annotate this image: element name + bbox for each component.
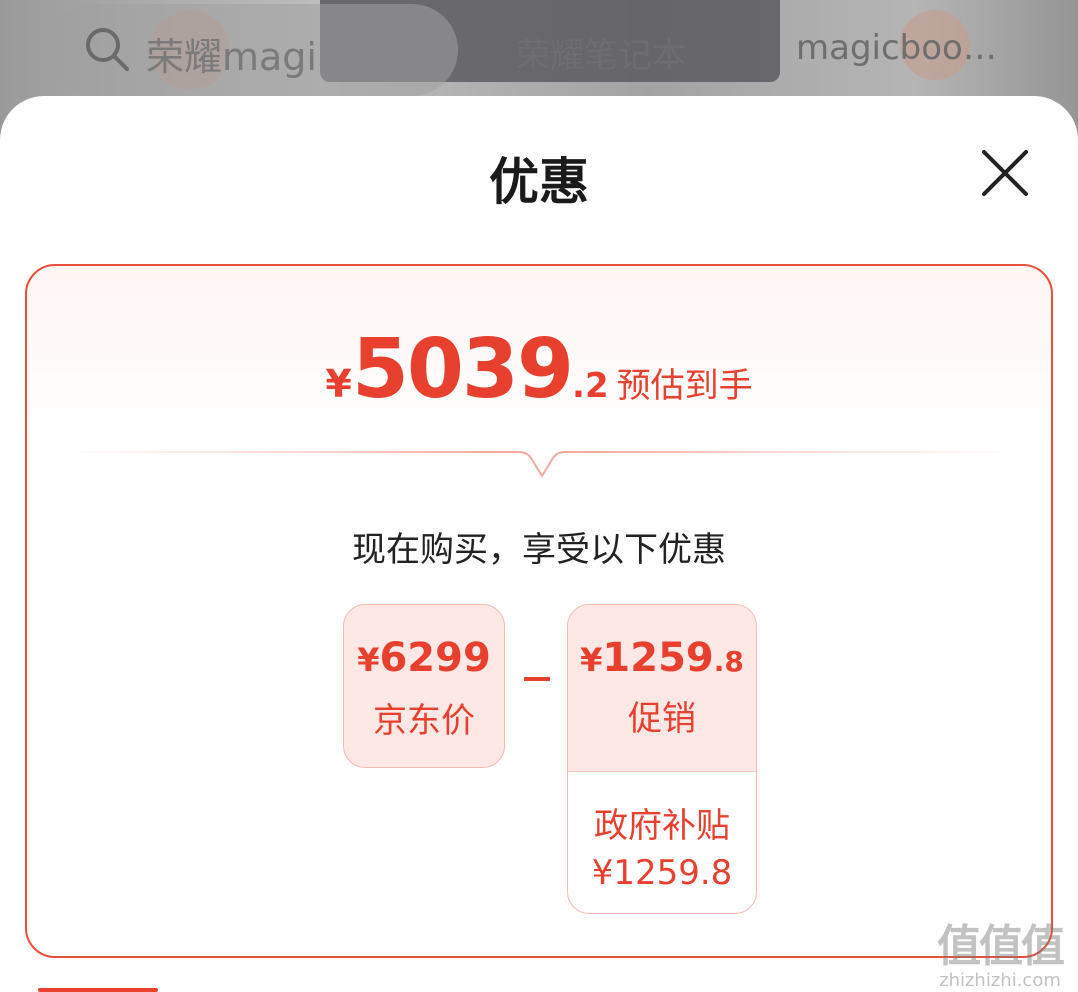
estimated-price-integer: 5039 bbox=[351, 322, 574, 417]
estimated-price-currency: ¥ bbox=[325, 362, 352, 406]
search-icon bbox=[86, 28, 129, 71]
sheet-title: 优惠 bbox=[489, 153, 589, 211]
jd-price-box: ¥6299 京东价 bbox=[343, 604, 505, 768]
minus-operator bbox=[524, 677, 550, 681]
benefits-heading: 现在购买，享受以下优惠 bbox=[352, 530, 726, 570]
search-query-text: 荣耀magi bbox=[146, 35, 317, 79]
jd-price-label: 京东价 bbox=[373, 701, 475, 741]
discount-card: ¥5039.2 预估到手 现在购买，享受以下优惠 ¥6299 京东价 ¥1259.… bbox=[25, 264, 1053, 958]
background-page-title: 荣耀笔记本 bbox=[516, 36, 686, 76]
subsidy-label: 政府补贴 bbox=[594, 806, 730, 846]
estimated-price-decimal: .2 bbox=[572, 366, 609, 406]
promotion-detail: 政府补贴 ¥1259.8 bbox=[568, 772, 756, 893]
estimated-price-label: 预估到手 bbox=[616, 366, 753, 406]
promotion-box: ¥1259.8 促销 政府补贴 ¥1259.8 bbox=[567, 604, 757, 914]
divider-with-pointer bbox=[57, 451, 1023, 478]
promotion-amount: ¥1259.8 bbox=[580, 635, 744, 681]
jd-price-amount: ¥6299 bbox=[357, 635, 491, 681]
watermark-logo: 值值值 zhizhizhi.com bbox=[937, 921, 1065, 991]
estimated-price: ¥5039.2 预估到手 bbox=[27, 322, 1051, 417]
discount-sheet: 优惠 ¥5039.2 预估到手 现在购买，享受以下优惠 ¥6299 京东价 ¥1… bbox=[0, 96, 1078, 992]
subsidy-amount: ¥1259.8 bbox=[591, 853, 733, 893]
promotion-summary: ¥1259.8 促销 bbox=[568, 605, 756, 772]
close-icon[interactable] bbox=[976, 144, 1034, 202]
background-page-title-2: magicboo… bbox=[796, 28, 997, 68]
next-section-edge bbox=[38, 988, 158, 992]
promotion-label: 促销 bbox=[628, 699, 696, 739]
